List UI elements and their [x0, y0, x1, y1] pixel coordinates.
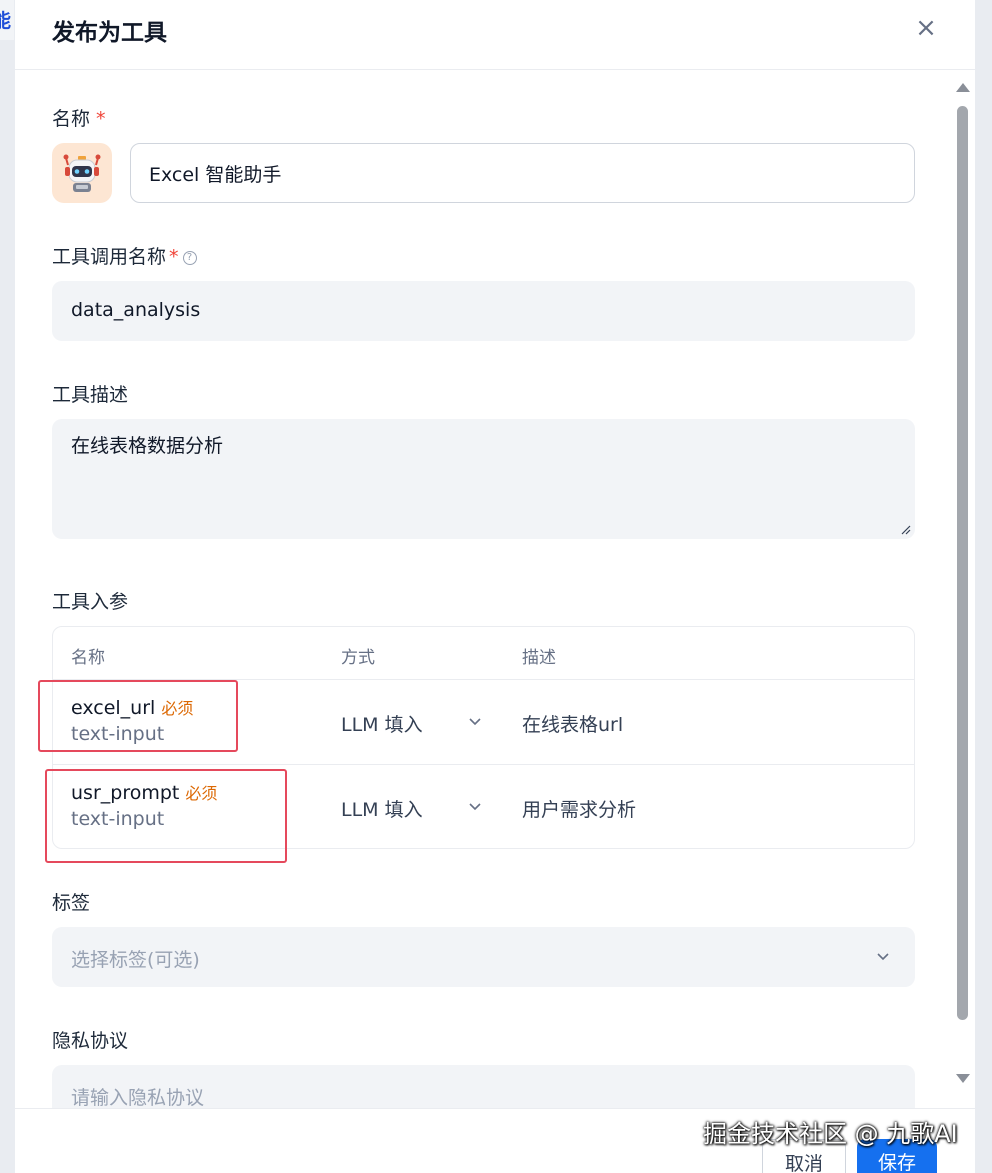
dialog-header: 发布为工具 ×	[15, 0, 975, 70]
name-label-text: 名称	[52, 108, 91, 130]
scrollbar-thumb[interactable]	[957, 106, 968, 1020]
dialog-title: 发布为工具	[52, 20, 167, 46]
scroll-down-arrow-icon[interactable]	[956, 1074, 970, 1083]
param-description: 用户需求分析	[522, 799, 637, 821]
watermark: 掘金技术社区 @ 九歌AI	[703, 1120, 958, 1148]
call-name-label-text: 工具调用名称	[52, 246, 167, 268]
method-select[interactable]: LLM 填入	[341, 710, 423, 737]
call-name-label: 工具调用名称 *?	[52, 242, 197, 269]
required-mark: *	[96, 108, 106, 130]
tags-placeholder: 选择标签(可选)	[71, 949, 200, 971]
tags-label: 标签	[52, 892, 91, 914]
robot-avatar-icon[interactable]	[52, 143, 112, 203]
publish-tool-dialog: 发布为工具 × 名称 * Excel 智能助手 工具调用名称 *? data_ana…	[15, 0, 975, 1173]
question-circle-icon[interactable]: ?	[182, 251, 197, 265]
highlight-box	[45, 769, 287, 863]
column-header-method: 方式	[341, 648, 375, 668]
privacy-label: 隐私协议	[52, 1030, 129, 1052]
close-icon[interactable]: ×	[914, 15, 938, 41]
scroll-up-arrow-icon[interactable]	[956, 83, 970, 92]
param-description: 在线表格url	[522, 714, 624, 736]
description-text: 在线表格数据分析	[71, 435, 224, 457]
column-header-name: 名称	[71, 648, 105, 668]
divider	[53, 764, 914, 765]
description-label: 工具描述	[52, 384, 129, 406]
required-mark: *	[169, 246, 179, 268]
tags-select[interactable]: 选择标签(可选)	[52, 927, 915, 987]
chevron-down-icon[interactable]	[468, 717, 482, 727]
params-label: 工具入参	[52, 591, 129, 613]
method-select[interactable]: LLM 填入	[341, 795, 423, 822]
chevron-down-icon[interactable]	[468, 802, 482, 812]
background-tab-text: 能	[0, 10, 12, 32]
column-header-desc: 描述	[522, 648, 556, 668]
highlight-box	[38, 680, 238, 752]
resize-handle-icon[interactable]	[901, 525, 911, 535]
background-tab: 能	[0, 0, 14, 40]
tool-name-input[interactable]: Excel 智能助手	[130, 143, 915, 203]
call-name-input[interactable]: data_analysis	[52, 281, 915, 341]
chevron-down-icon[interactable]	[876, 952, 890, 962]
name-label: 名称 *	[52, 104, 106, 131]
description-textarea[interactable]: 在线表格数据分析	[52, 419, 915, 539]
